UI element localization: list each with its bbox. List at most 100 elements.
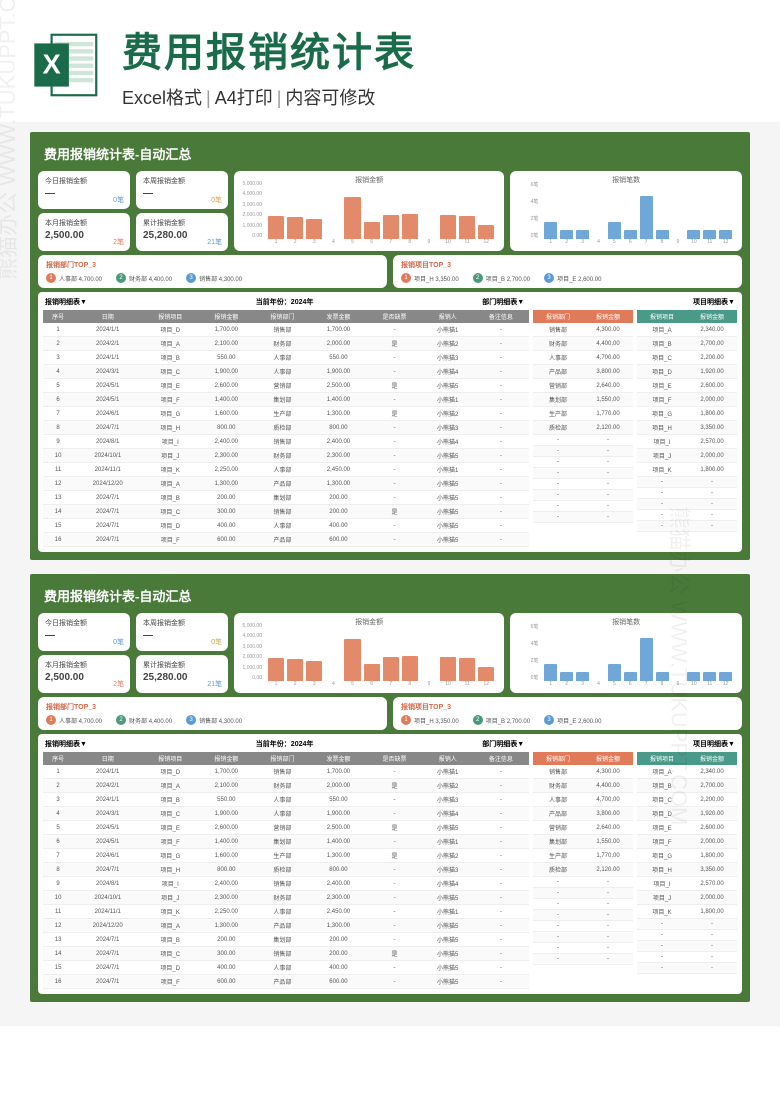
table-row: 项目_G1,800.00 bbox=[637, 849, 737, 863]
data-tables: 报销明细表▼ 当前年份：2024年 部门明细表▼ 项目明细表▼ 序号日期报销项目… bbox=[38, 292, 742, 552]
table-row: 142024/7/1项目_C300.00销售部200.00是小熊猫5- bbox=[43, 505, 529, 519]
table-row: 52024/5/1项目_E2,600.00营销部2,500.00是小熊猫5- bbox=[43, 821, 529, 835]
table-row: 12024/1/1项目_D1,700.00销售部1,700.00-小熊猫1- bbox=[43, 323, 529, 337]
top-item: 2项目_B 2,700.00 bbox=[473, 273, 530, 283]
stat-today: 今日报销金额 — 0笔 bbox=[38, 613, 130, 651]
data-tables: 报销明细表▼ 当前年份：2024年 部门明细表▼ 项目明细表▼ 序号日期报销项目… bbox=[38, 734, 742, 994]
table-row: -- bbox=[533, 479, 633, 490]
table-row: 项目_J2,000.00 bbox=[637, 449, 737, 463]
stat-total: 累计报销金额 25,280.00 21笔 bbox=[136, 213, 228, 251]
period-label: 当前年份：2024年 bbox=[256, 297, 314, 307]
table-row: 营销部2,640.00 bbox=[533, 821, 633, 835]
proj-table-title: 项目明细表▼ bbox=[693, 297, 735, 307]
table-row: 62024/5/1项目_F1,400.00集划部1,400.00-小熊猫1- bbox=[43, 393, 529, 407]
table-row: -- bbox=[533, 932, 633, 943]
detail-table: 序号日期报销项目报销金额报销部门发票金额是否缺票报销人备注信息 12024/1/… bbox=[43, 310, 529, 547]
table-row: 生产部1,770.00 bbox=[533, 849, 633, 863]
table-row: 项目_D1,920.00 bbox=[637, 807, 737, 821]
table-row: 102024/10/1项目_J2,300.00财务部2,300.00-小熊猫5- bbox=[43, 449, 529, 463]
table-row: 财务部4,400.00 bbox=[533, 337, 633, 351]
table-row: -- bbox=[637, 477, 737, 488]
detail-table: 序号日期报销项目报销金额报销部门发票金额是否缺票报销人备注信息 12024/1/… bbox=[43, 752, 529, 989]
table-row: 项目_K1,800.00 bbox=[637, 905, 737, 919]
table-row: 32024/1/1项目_B550.00人事部550.00-小熊猫3- bbox=[43, 793, 529, 807]
table-row: 22024/2/1项目_A2,100.00财务部2,000.00是小熊猫2- bbox=[43, 779, 529, 793]
page-title: 费用报销统计表 bbox=[122, 20, 750, 78]
excel-icon: X bbox=[30, 29, 102, 101]
table-row: 质检部2,120.00 bbox=[533, 863, 633, 877]
table-row: 162024/7/1项目_F600.00产品部600.00-小熊猫5- bbox=[43, 975, 529, 989]
table-row: -- bbox=[637, 488, 737, 499]
table-row: -- bbox=[637, 510, 737, 521]
table-row: -- bbox=[533, 435, 633, 446]
page-subtitle: Excel格式|A4打印|内容可修改 bbox=[122, 84, 750, 110]
stat-month: 本月报销金额 2,500.00 2笔 bbox=[38, 213, 130, 251]
table-row: 142024/7/1项目_C300.00销售部200.00是小熊猫5- bbox=[43, 947, 529, 961]
table-row: 项目_B2,700.00 bbox=[637, 779, 737, 793]
top-item: 1项目_H 3,350.00 bbox=[401, 273, 459, 283]
table-row: 项目_I2,570.00 bbox=[637, 877, 737, 891]
table-row: -- bbox=[637, 919, 737, 930]
table-row: 12024/1/1项目_D1,700.00销售部1,700.00-小熊猫1- bbox=[43, 765, 529, 779]
table-row: 162024/7/1项目_F600.00产品部600.00-小熊猫5- bbox=[43, 533, 529, 547]
table-row: 项目_G1,800.00 bbox=[637, 407, 737, 421]
table-row: 152024/7/1项目_D400.00人事部400.00-小熊猫5- bbox=[43, 519, 529, 533]
table-row: 项目_F2,000.00 bbox=[637, 393, 737, 407]
sheet-title: 费用报销统计表-自动汇总 bbox=[38, 140, 742, 167]
table-row: 92024/8/1项目_I2,400.00销售部2,400.00-小熊猫4- bbox=[43, 435, 529, 449]
table-row: 132024/7/1项目_B200.00集划部200.00-小熊猫5- bbox=[43, 491, 529, 505]
template-header: X 费用报销统计表 Excel格式|A4打印|内容可修改 bbox=[0, 0, 780, 122]
table-row: 生产部1,770.00 bbox=[533, 407, 633, 421]
top-dept-card: 报销部门TOP_3 1人事部 4,700.002财务部 4,400.003销售部… bbox=[38, 697, 387, 730]
table-row: 集划部1,550.00 bbox=[533, 393, 633, 407]
stat-week: 本周报销金额 — 0笔 bbox=[136, 171, 228, 209]
table-row: -- bbox=[533, 877, 633, 888]
table-row: -- bbox=[637, 930, 737, 941]
table-row: 132024/7/1项目_B200.00集划部200.00-小熊猫5- bbox=[43, 933, 529, 947]
top-project-card: 报销项目TOP_3 1项目_H 3,350.002项目_B 2,700.003项… bbox=[393, 697, 742, 730]
top-item: 3销售部 4,300.00 bbox=[186, 273, 242, 283]
top-item: 3项目_E 2,600.00 bbox=[544, 715, 601, 725]
dept-table-title: 部门明细表▼ bbox=[482, 297, 524, 307]
top-project-card: 报销项目TOP_3 1项目_H 3,350.002项目_B 2,700.003项… bbox=[393, 255, 742, 288]
table-row: -- bbox=[637, 521, 737, 532]
table-row: 产品部3,800.00 bbox=[533, 807, 633, 821]
table-row: -- bbox=[533, 501, 633, 512]
stat-month: 本月报销金额 2,500.00 2笔 bbox=[38, 655, 130, 693]
proj-table-title: 项目明细表▼ bbox=[693, 739, 735, 749]
top-item: 1人事部 4,700.00 bbox=[46, 715, 102, 725]
table-row: 62024/5/1项目_F1,400.00集划部1,400.00-小熊猫1- bbox=[43, 835, 529, 849]
stat-today: 今日报销金额 — 0笔 bbox=[38, 171, 130, 209]
table-row: 人事部4,700.00 bbox=[533, 351, 633, 365]
table-row: 项目_E2,600.00 bbox=[637, 821, 737, 835]
table-row: 项目_H3,350.00 bbox=[637, 421, 737, 435]
stat-total: 累计报销金额 25,280.00 21笔 bbox=[136, 655, 228, 693]
table-row: -- bbox=[533, 899, 633, 910]
table-row: 92024/8/1项目_I2,400.00销售部2,400.00-小熊猫4- bbox=[43, 877, 529, 891]
table-row: 质检部2,120.00 bbox=[533, 421, 633, 435]
table-row: 72024/6/1项目_G1,600.00生产部1,300.00是小熊猫2- bbox=[43, 849, 529, 863]
table-row: 152024/7/1项目_D400.00人事部400.00-小熊猫5- bbox=[43, 961, 529, 975]
table-row: 112024/11/1项目_K2,250.00人事部2,450.00-小熊猫1- bbox=[43, 905, 529, 919]
table-row: 122024/12/20项目_A1,300.00产品部1,300.00-小熊猫5… bbox=[43, 919, 529, 933]
top-item: 2财务部 4,400.00 bbox=[116, 715, 172, 725]
table-row: 项目_F2,000.00 bbox=[637, 835, 737, 849]
table-row: 财务部4,400.00 bbox=[533, 779, 633, 793]
top-item: 1人事部 4,700.00 bbox=[46, 273, 102, 283]
table-row: 项目_A2,340.00 bbox=[637, 323, 737, 337]
dept-table: 报销部门报销金额 销售部4,300.00财务部4,400.00人事部4,700.… bbox=[533, 310, 633, 523]
period-label: 当前年份：2024年 bbox=[256, 739, 314, 749]
proj-table: 报销项目报销金额 项目_A2,340.00项目_B2,700.00项目_C2,2… bbox=[637, 310, 737, 532]
excel-sheet-preview: 费用报销统计表-自动汇总 今日报销金额 — 0笔 本月报销金额 2,500.00… bbox=[30, 132, 750, 560]
table-row: -- bbox=[533, 910, 633, 921]
table-row: -- bbox=[637, 952, 737, 963]
table-row: 项目_C2,200.00 bbox=[637, 793, 737, 807]
detail-table-title: 报销明细表▼ bbox=[45, 739, 87, 749]
top-item: 1项目_H 3,350.00 bbox=[401, 715, 459, 725]
table-row: 82024/7/1项目_H800.00质检部800.00-小熊猫3- bbox=[43, 421, 529, 435]
chart-count: 报销笔数 6笔4笔2笔0笔 123456789101112 bbox=[510, 171, 742, 251]
top-item: 3项目_E 2,600.00 bbox=[544, 273, 601, 283]
table-row: 42024/3/1项目_C1,900.00人事部1,900.00-小熊猫4- bbox=[43, 807, 529, 821]
chart-amount: 报销金额 5,000.004,000.003,000.002,000.001,0… bbox=[234, 613, 504, 693]
table-row: 项目_H3,350.00 bbox=[637, 863, 737, 877]
